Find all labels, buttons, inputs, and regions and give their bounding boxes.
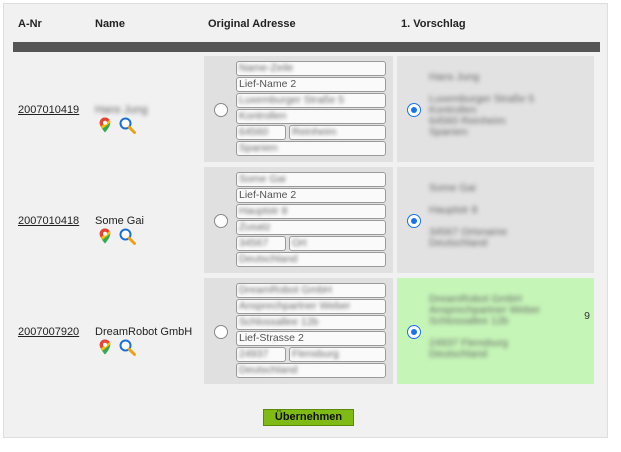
- address-name-field[interactable]: Name-Zeile: [236, 61, 386, 76]
- proposal-line: Spanien: [429, 127, 468, 138]
- original-address-box: DreamRobot GmbH Ansprechpartner Weber Schl…: [204, 278, 393, 384]
- apply-button[interactable]: Übernehmen: [263, 409, 354, 426]
- col-name-header: Name: [95, 18, 125, 30]
- row-action-icons: [96, 227, 136, 247]
- proposal-radio[interactable]: [407, 325, 421, 339]
- address-name2-field[interactable]: Ansprechpartner Weber: [236, 299, 386, 314]
- col-anr-header: A-Nr: [18, 18, 42, 30]
- table-header: A-Nr Name Original Adresse 1. Vorschlag: [4, 18, 607, 40]
- customer-name: Hans Jung: [95, 104, 148, 116]
- proposal-blank-line: [429, 83, 589, 94]
- address-street-field[interactable]: Hauptstr 8: [236, 204, 386, 219]
- table-row: 2007007920 DreamRobot GmbH DreamRobot GmbH…: [13, 278, 600, 384]
- row-action-icons: [96, 116, 136, 136]
- proposal-box: DreamRobot GmbH Ansprechpartner Weber Schl…: [397, 278, 594, 384]
- search-icon[interactable]: [118, 338, 136, 356]
- address-street-field[interactable]: Schlossallee 12b: [236, 315, 386, 330]
- google-maps-pin-icon[interactable]: [96, 227, 114, 245]
- address-street-field[interactable]: Luxemburger Straße 5: [236, 93, 386, 108]
- address-country-field[interactable]: Spanien: [236, 141, 386, 156]
- city-field[interactable]: Reinheim: [289, 125, 386, 140]
- proposal-line: Hans Jung: [429, 72, 480, 83]
- proposal-line: Ansprechpartner Weber: [429, 305, 541, 316]
- zip-city-row: 64560 Reinheim: [236, 125, 386, 140]
- proposal-trailing-char: 9: [584, 310, 590, 322]
- address-extra-field[interactable]: Zusatz: [236, 220, 386, 235]
- proposal-line: Deutschland: [429, 238, 488, 249]
- table-row: 2007010418 Some Gai Some Gai Lief-Name 2 Hau…: [13, 167, 600, 273]
- zip-city-row: 24937 Flensburg: [236, 347, 386, 362]
- proposal-address-lines: Hans Jung Luxemburger Straße 5 Kontrollen 6…: [429, 72, 589, 138]
- zip-field[interactable]: 64560: [236, 125, 286, 140]
- address-extra-field[interactable]: Lief-Strasse 2: [236, 331, 386, 346]
- proposal-line: Schlossallee 12b: [429, 316, 509, 327]
- col-proposal-header: 1. Vorschlag: [401, 18, 466, 30]
- proposal-blank-line: [429, 194, 589, 205]
- address-name-field[interactable]: DreamRobot GmbH: [236, 283, 386, 298]
- address-check-panel: A-Nr Name Original Adresse 1. Vorschlag …: [3, 3, 608, 438]
- zip-field[interactable]: 24937: [236, 347, 286, 362]
- original-address-radio[interactable]: [214, 325, 228, 339]
- original-address-box: Name-Zeile Lief-Name 2 Luxemburger Straße …: [204, 56, 393, 162]
- table-row: 2007010419 Hans Jung Name-Zeile Lief-Name 2…: [13, 56, 600, 162]
- google-maps-pin-icon[interactable]: [96, 338, 114, 356]
- proposal-address-lines: DreamRobot GmbH Ansprechpartner Weber Schl…: [429, 294, 589, 360]
- proposal-blank-line: [429, 216, 589, 227]
- proposal-line: Luxemburger Straße 5: [429, 94, 535, 105]
- address-name2-field[interactable]: Lief-Name 2: [236, 77, 386, 92]
- zip-city-row: 34567 Ort: [236, 236, 386, 251]
- proposal-blank-line: [429, 327, 589, 338]
- proposal-radio[interactable]: [407, 103, 421, 117]
- google-maps-pin-icon[interactable]: [96, 116, 114, 134]
- proposal-box: Some Gai Hauptstr 8 34567 Ortsname Deutschl…: [397, 167, 594, 273]
- proposal-line: 64560 Reinheim: [429, 116, 506, 127]
- customer-name: DreamRobot GmbH: [95, 326, 193, 338]
- proposal-line: Some Gai: [429, 183, 476, 194]
- row-action-icons: [96, 338, 136, 358]
- proposal-radio[interactable]: [407, 214, 421, 228]
- original-address-fields: Name-Zeile Lief-Name 2 Luxemburger Straße …: [236, 61, 386, 157]
- order-number-link[interactable]: 2007010419: [18, 104, 79, 116]
- order-number-link[interactable]: 2007010418: [18, 215, 79, 227]
- original-address-radio[interactable]: [214, 214, 228, 228]
- order-number-link[interactable]: 2007007920: [18, 326, 79, 338]
- address-extra-field[interactable]: Kontrollen: [236, 109, 386, 124]
- zip-field[interactable]: 34567: [236, 236, 286, 251]
- address-country-field[interactable]: Deutschland: [236, 252, 386, 267]
- city-field[interactable]: Ort: [289, 236, 386, 251]
- search-icon[interactable]: [118, 227, 136, 245]
- proposal-line: Kontrollen: [429, 105, 477, 116]
- proposal-box: Hans Jung Luxemburger Straße 5 Kontrollen 6…: [397, 56, 594, 162]
- address-name2-field[interactable]: Lief-Name 2: [236, 188, 386, 203]
- address-country-field[interactable]: Deutschland: [236, 363, 386, 378]
- original-address-radio[interactable]: [214, 103, 228, 117]
- address-name-field[interactable]: Some Gai: [236, 172, 386, 187]
- city-field[interactable]: Flensburg: [289, 347, 386, 362]
- proposal-line: DreamRobot GmbH: [429, 294, 522, 305]
- original-address-box: Some Gai Lief-Name 2 Hauptstr 8 Zusatz 34567…: [204, 167, 393, 273]
- proposal-line: Deutschland: [429, 349, 488, 360]
- proposal-line: Hauptstr 8: [429, 205, 478, 216]
- col-original-address-header: Original Adresse: [208, 18, 296, 30]
- proposal-line: 24937 Flensburg: [429, 338, 508, 349]
- original-address-fields: DreamRobot GmbH Ansprechpartner Weber Schl…: [236, 283, 386, 379]
- proposal-line: 34567 Ortsname: [429, 227, 508, 238]
- search-icon[interactable]: [118, 116, 136, 134]
- proposal-address-lines: Some Gai Hauptstr 8 34567 Ortsname Deutschl…: [429, 183, 589, 249]
- header-divider-bar: [13, 42, 600, 52]
- original-address-fields: Some Gai Lief-Name 2 Hauptstr 8 Zusatz 34567…: [236, 172, 386, 268]
- customer-name: Some Gai: [95, 215, 144, 227]
